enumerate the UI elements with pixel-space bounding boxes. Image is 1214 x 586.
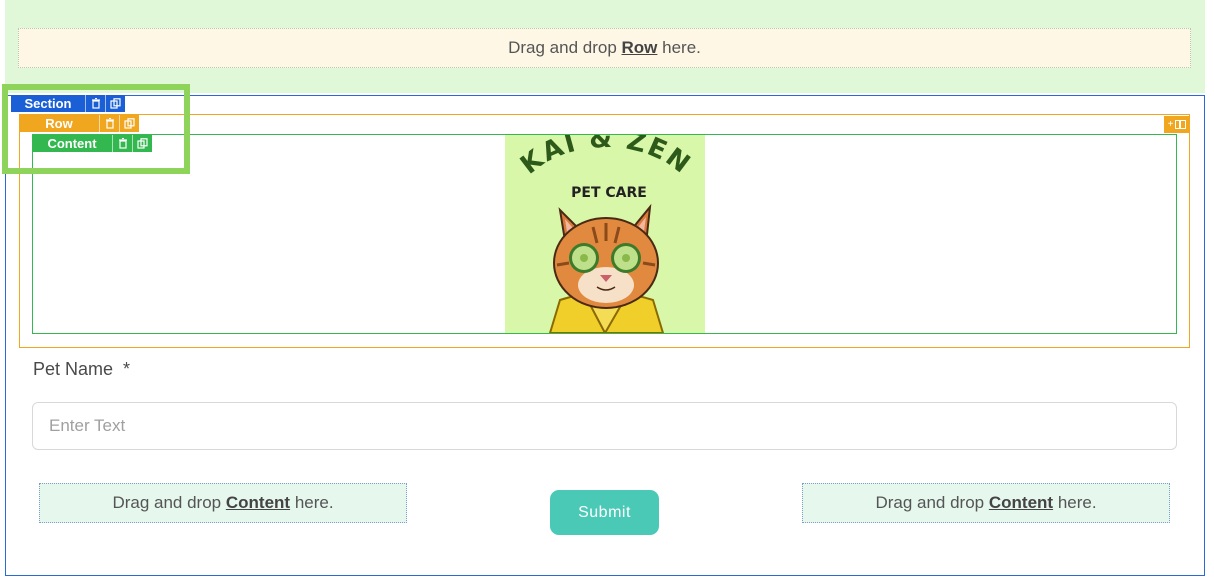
trash-icon[interactable] xyxy=(99,115,119,132)
plus-icon: + xyxy=(1167,119,1174,130)
content-drop-prefix: Drag and drop xyxy=(112,493,222,512)
trash-icon[interactable] xyxy=(85,95,105,112)
row-drop-keyword: Row xyxy=(621,38,658,57)
content-drop-prefix: Drag and drop xyxy=(875,493,985,512)
row-tag-label[interactable]: Row xyxy=(19,115,99,132)
content-drop-suffix: here. xyxy=(294,493,334,512)
row-drop-suffix: here. xyxy=(662,38,701,57)
svg-text:PET CARE: PET CARE xyxy=(571,185,647,201)
columns-icon xyxy=(1175,120,1187,129)
submit-button[interactable]: Submit xyxy=(550,490,659,535)
row-drop-prefix: Drag and drop xyxy=(508,38,617,57)
copy-icon[interactable] xyxy=(119,115,139,132)
content-tag-label[interactable]: Content xyxy=(32,135,112,152)
content-drop-keyword: Content xyxy=(988,493,1054,512)
row-add-column-button[interactable]: + xyxy=(1164,116,1190,133)
row-toolbar: Row xyxy=(19,115,139,132)
svg-text:KAI & ZEN: KAI & ZEN xyxy=(515,135,697,181)
content-toolbar: Content xyxy=(32,135,152,152)
required-mark: * xyxy=(123,359,131,379)
section-tag-label[interactable]: Section xyxy=(11,95,85,112)
pet-name-label: Pet Name * xyxy=(33,359,130,380)
content-drop-keyword: Content xyxy=(225,493,291,512)
pet-name-label-text: Pet Name xyxy=(33,359,114,379)
row-drop-zone[interactable]: Drag and drop Row here. xyxy=(18,28,1191,68)
trash-icon[interactable] xyxy=(112,135,132,152)
copy-icon[interactable] xyxy=(132,135,152,152)
kai-zen-logo-image: KAI & ZEN PET CARE xyxy=(505,135,705,333)
content-drop-zone-left[interactable]: Drag and drop Content here. xyxy=(39,483,407,523)
content-drop-suffix: here. xyxy=(1057,493,1097,512)
content-drop-zone-right[interactable]: Drag and drop Content here. xyxy=(802,483,1170,523)
copy-icon[interactable] xyxy=(105,95,125,112)
section-toolbar: Section xyxy=(11,95,125,112)
pet-name-input[interactable] xyxy=(32,402,1177,450)
